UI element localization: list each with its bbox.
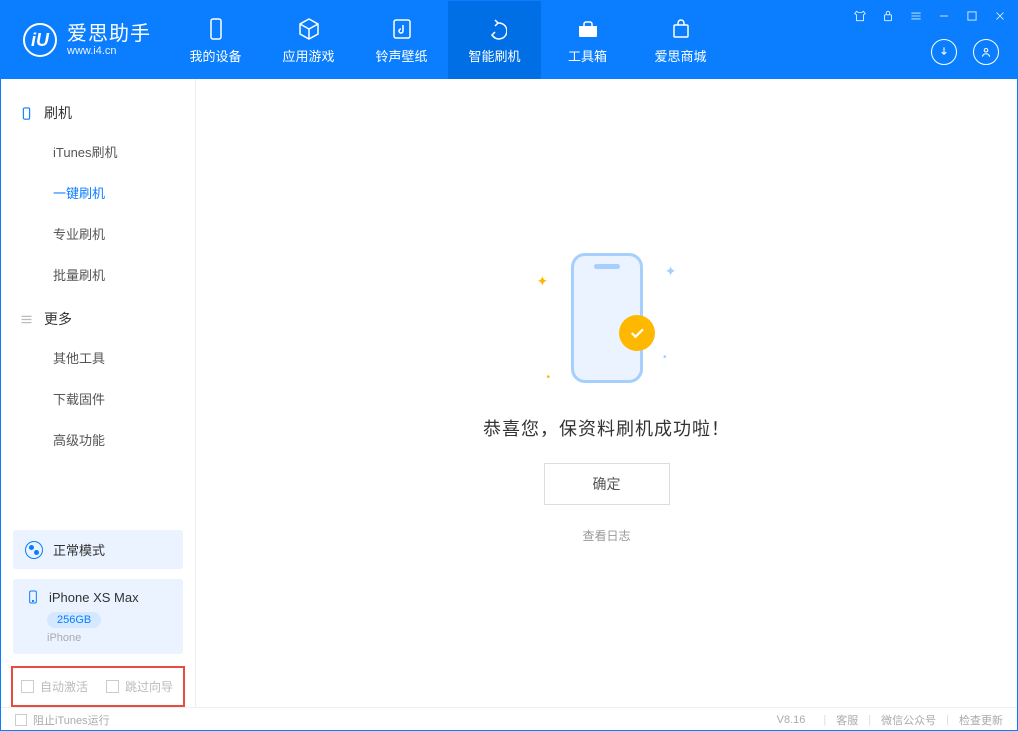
sidebar-item-oneclick-flash[interactable]: 一键刷机 [1, 172, 195, 213]
logo-text: 爱思助手 www.i4.cn [67, 23, 151, 57]
lock-icon[interactable] [881, 9, 895, 23]
nav-label: 我的设备 [189, 46, 241, 65]
nav-apps-games[interactable]: 应用游戏 [262, 1, 355, 79]
close-icon[interactable] [993, 9, 1007, 23]
sidebar-item-other-tools[interactable]: 其他工具 [1, 337, 195, 378]
nav-smart-flash[interactable]: 智能刷机 [448, 1, 541, 79]
sidebar-header-more: 更多 [1, 301, 195, 337]
view-log-link[interactable]: 查看日志 [582, 527, 630, 544]
nav-store[interactable]: 爱思商城 [634, 1, 727, 79]
nav-toolbox[interactable]: 工具箱 [541, 1, 634, 79]
device-info-box[interactable]: iPhone XS Max 256GB iPhone [13, 579, 183, 654]
toolbox-icon [575, 16, 601, 42]
checkbox-auto-activate[interactable]: 自动激活 [21, 678, 88, 695]
checkbox-label: 自动激活 [40, 678, 88, 695]
footer-link-update[interactable]: 检查更新 [959, 712, 1003, 728]
refresh-icon [482, 16, 508, 42]
sidebar-item-download-firmware[interactable]: 下载固件 [1, 378, 195, 419]
sidebar-section-more: 更多 其他工具 下载固件 高级功能 [1, 301, 195, 460]
checkbox-icon [21, 680, 34, 693]
sidebar-section-flash: 刷机 iTunes刷机 一键刷机 专业刷机 批量刷机 [1, 95, 195, 295]
phone-icon [19, 106, 34, 121]
sparkle-icon: ✦ [537, 273, 549, 290]
sidebar-header-label: 更多 [44, 309, 72, 329]
nav-my-device[interactable]: 我的设备 [169, 1, 262, 79]
nav-label: 铃声壁纸 [375, 46, 427, 65]
footer-link-wechat[interactable]: 微信公众号 [881, 712, 936, 728]
options-highlighted-box: 自动激活 跳过向导 [11, 666, 185, 707]
nav-label: 智能刷机 [468, 46, 520, 65]
app-title: 爱思助手 [67, 23, 151, 45]
store-icon [668, 16, 694, 42]
version-label: V8.16 [777, 714, 806, 726]
footer-bar: 阻止iTunes运行 V8.16 | 客服 | 微信公众号 | 检查更新 [1, 707, 1017, 731]
checkbox-icon [15, 714, 27, 726]
device-name-row: iPhone XS Max [25, 589, 171, 605]
device-storage: 256GB [47, 612, 101, 628]
user-icon[interactable] [973, 39, 999, 65]
sidebar-item-itunes-flash[interactable]: iTunes刷机 [1, 131, 195, 172]
sidebar-item-pro-flash[interactable]: 专业刷机 [1, 213, 195, 254]
checkbox-block-itunes[interactable]: 阻止iTunes运行 [15, 712, 110, 728]
window-controls [853, 9, 1007, 23]
logo-icon: iU [23, 23, 57, 57]
sidebar-item-advanced[interactable]: 高级功能 [1, 419, 195, 460]
sidebar-header-flash: 刷机 [1, 95, 195, 131]
footer-right: V8.16 | 客服 | 微信公众号 | 检查更新 [777, 712, 1003, 728]
device-name: iPhone XS Max [49, 590, 139, 605]
body-area: 刷机 iTunes刷机 一键刷机 专业刷机 批量刷机 更多 其他工具 下载固件 … [1, 79, 1017, 707]
checkbox-label: 阻止iTunes运行 [33, 712, 110, 728]
sparkle-icon: • [547, 372, 551, 383]
nav-ringtone-wallpaper[interactable]: 铃声壁纸 [355, 1, 448, 79]
list-icon [19, 312, 34, 327]
mode-icon [25, 541, 43, 559]
success-illustration: ✦ ✦ • • [517, 243, 697, 393]
footer-link-support[interactable]: 客服 [836, 712, 858, 728]
checkbox-label: 跳过向导 [125, 678, 173, 695]
shirt-icon[interactable] [853, 9, 867, 23]
sparkle-icon: • [663, 352, 667, 363]
confirm-button[interactable]: 确定 [544, 463, 670, 505]
sparkle-icon: ✦ [665, 263, 677, 280]
check-badge-icon [619, 315, 655, 351]
menu-icon[interactable] [909, 9, 923, 23]
download-icon[interactable] [931, 39, 957, 65]
mode-label: 正常模式 [53, 540, 105, 559]
phone-icon [25, 589, 41, 605]
logo-area: iU 爱思助手 www.i4.cn [1, 1, 169, 79]
device-type: iPhone [47, 632, 171, 644]
success-message: 恭喜您，保资料刷机成功啦！ [483, 415, 730, 441]
header-actions [931, 39, 999, 65]
nav-label: 工具箱 [568, 46, 607, 65]
maximize-icon[interactable] [965, 9, 979, 23]
checkbox-icon [106, 680, 119, 693]
app-subtitle: www.i4.cn [67, 45, 151, 57]
minimize-icon[interactable] [937, 9, 951, 23]
nav-label: 爱思商城 [654, 46, 706, 65]
mode-status-box[interactable]: 正常模式 [13, 530, 183, 569]
sidebar-item-batch-flash[interactable]: 批量刷机 [1, 254, 195, 295]
checkbox-skip-guide[interactable]: 跳过向导 [106, 678, 173, 695]
music-icon [389, 16, 415, 42]
main-content: ✦ ✦ • • 恭喜您，保资料刷机成功啦！ 确定 查看日志 [196, 79, 1017, 707]
nav-label: 应用游戏 [282, 46, 334, 65]
main-nav: 我的设备 应用游戏 铃声壁纸 智能刷机 工具箱 爱思商城 [169, 1, 727, 79]
sidebar: 刷机 iTunes刷机 一键刷机 专业刷机 批量刷机 更多 其他工具 下载固件 … [1, 79, 196, 707]
sidebar-header-label: 刷机 [44, 103, 72, 123]
cube-icon [296, 16, 322, 42]
header-bar: iU 爱思助手 www.i4.cn 我的设备 应用游戏 铃声壁纸 智能刷机 工具… [1, 1, 1017, 79]
device-icon [203, 16, 229, 42]
